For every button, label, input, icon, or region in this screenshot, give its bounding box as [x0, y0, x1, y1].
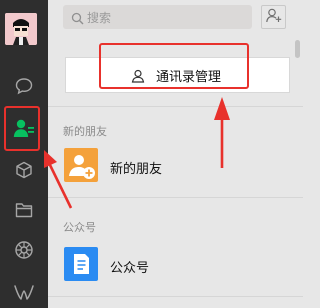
- annotation-arrows: [44, 97, 230, 209]
- arrow-to-contacts-icon: [44, 150, 73, 209]
- arrow-to-manage-button: [214, 97, 230, 168]
